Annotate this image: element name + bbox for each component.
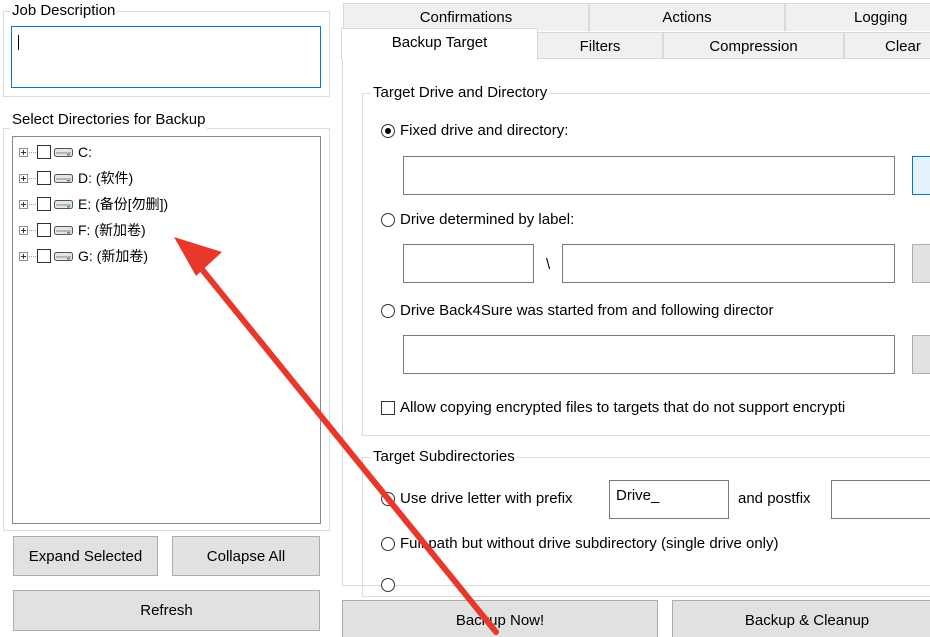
fixed-drive-label: Fixed drive and directory: [400, 122, 569, 139]
tree-connector [29, 177, 36, 179]
encrypted-files-label: Allow copying encrypted files to targets… [400, 399, 846, 416]
postfix-input[interactable] [831, 480, 930, 519]
tab-compression[interactable]: Compression [663, 32, 844, 60]
tree-connector [29, 229, 36, 231]
hard-drive-icon [54, 225, 73, 235]
tree-expand-icon[interactable] [19, 147, 28, 157]
encrypted-files-checkbox[interactable] [381, 401, 395, 415]
target-subdirs-label: Target Subdirectories [371, 448, 517, 466]
drive-checkbox[interactable] [37, 197, 51, 211]
path-separator: \ [546, 256, 551, 273]
tab-backup-target[interactable]: Backup Target [341, 28, 538, 60]
tree-drive-row[interactable]: G: (新加卷) [19, 246, 148, 266]
drive-label: D: (软件) [78, 170, 134, 186]
tree-expand-icon[interactable] [19, 225, 28, 235]
backup-cleanup-button[interactable]: Backup & Cleanup [672, 600, 930, 637]
partially-hidden-radio[interactable] [381, 578, 395, 592]
expand-selected-button[interactable]: Expand Selected [13, 536, 158, 576]
job-description-input[interactable] [11, 26, 321, 88]
select-directories-label: Select Directories for Backup [10, 111, 208, 129]
tab-clear[interactable]: Clear [844, 32, 930, 60]
text-caret [18, 35, 19, 50]
target-drive-label: Target Drive and Directory [371, 84, 550, 102]
tree-drive-row[interactable]: E: (备份[勿删]) [19, 194, 168, 214]
hard-drive-icon [54, 147, 73, 157]
backup-now-button[interactable]: Backup Now! [342, 600, 658, 637]
drive-label-label: Drive determined by label: [400, 211, 575, 228]
drive-label-radio[interactable] [381, 213, 395, 227]
tree-expand-icon[interactable] [19, 251, 28, 261]
drive-label: F: (新加卷) [78, 222, 146, 238]
prefix-value: Drive_ [616, 487, 660, 504]
label-browse-button[interactable] [912, 244, 930, 283]
tree-connector [29, 203, 36, 205]
tree-expand-icon[interactable] [19, 199, 28, 209]
collapse-all-button[interactable]: Collapse All [172, 536, 320, 576]
drive-label: E: (备份[勿删]) [78, 196, 169, 212]
fixed-drive-radio[interactable] [381, 124, 395, 138]
tree-expand-icon[interactable] [19, 173, 28, 183]
tab-filters[interactable]: Filters [537, 32, 663, 60]
tab-actions[interactable]: Actions [589, 3, 785, 31]
hard-drive-icon [54, 173, 73, 183]
hard-drive-icon [54, 251, 73, 261]
refresh-button[interactable]: Refresh [13, 590, 320, 631]
fixed-directory-input[interactable] [403, 156, 895, 195]
drive-label-directory-input[interactable] [562, 244, 895, 283]
tree-drive-row[interactable]: F: (新加卷) [19, 220, 146, 240]
full-path-radio[interactable] [381, 537, 395, 551]
started-from-directory-input[interactable] [403, 335, 895, 374]
tab-logging[interactable]: Logging [785, 3, 930, 31]
tab-confirmations[interactable]: Confirmations [343, 3, 589, 31]
tree-connector [29, 151, 36, 153]
started-from-browse-button[interactable] [912, 335, 930, 374]
hard-drive-icon [54, 199, 73, 209]
drive-label-input[interactable] [403, 244, 534, 283]
postfix-label: and postfix [738, 490, 811, 507]
tree-connector [29, 255, 36, 257]
started-from-radio[interactable] [381, 304, 395, 318]
drive-checkbox[interactable] [37, 145, 51, 159]
job-description-label: Job Description [10, 2, 118, 20]
tree-drive-row[interactable]: D: (软件) [19, 168, 133, 188]
drive-checkbox[interactable] [37, 171, 51, 185]
use-prefix-label: Use drive letter with prefix [400, 490, 573, 507]
use-prefix-radio[interactable] [381, 492, 395, 506]
started-from-label: Drive Back4Sure was started from and fol… [400, 302, 774, 319]
drive-label: G: (新加卷) [78, 248, 148, 264]
drive-checkbox[interactable] [37, 249, 51, 263]
drive-label: C: [78, 144, 92, 160]
directory-tree[interactable]: C: D: (软件) E: (备份[勿删]) F: (新加卷) G: (新加卷) [12, 136, 321, 524]
tree-drive-row[interactable]: C: [19, 142, 92, 162]
fixed-browse-button[interactable] [912, 156, 930, 195]
prefix-input[interactable]: Drive_ [609, 480, 729, 519]
full-path-label: Full path but without drive subdirectory… [400, 535, 779, 552]
drive-checkbox[interactable] [37, 223, 51, 237]
target-subdirs-group [362, 457, 930, 597]
